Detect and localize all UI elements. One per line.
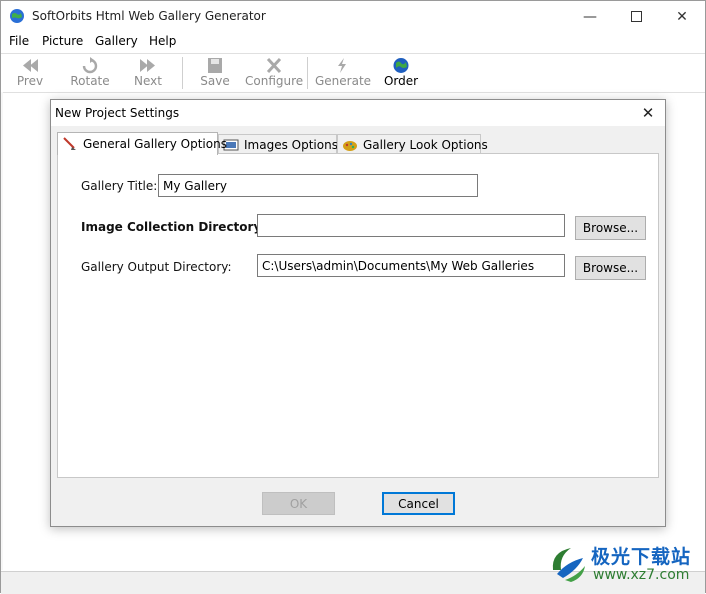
watermark-brand: 极光下载站 (591, 546, 692, 568)
close-icon: ✕ (641, 104, 655, 122)
title-bar[interactable]: SoftOrbits Html Web Gallery Generator — … (1, 1, 705, 32)
general-options-panel: Gallery Title: Image Collection Director… (57, 153, 659, 478)
toolbar-separator (182, 57, 183, 89)
gallery-output-dir-label: Gallery Output Directory: (81, 260, 232, 274)
close-button[interactable]: ✕ (659, 1, 705, 32)
gallery-output-dir-input[interactable] (257, 254, 565, 277)
order-label: Order (383, 74, 419, 88)
prev-button[interactable]: Prev (11, 55, 49, 91)
ok-button[interactable]: OK (262, 492, 335, 515)
gallery-title-label: Gallery Title: (81, 179, 158, 193)
generate-label: Generate (315, 74, 372, 88)
next-arrow-icon (140, 59, 155, 72)
lightning-icon (338, 58, 346, 73)
minimize-icon: — (583, 8, 597, 25)
watermark-logo-icon (552, 548, 585, 582)
save-button[interactable]: Save (197, 55, 233, 91)
dialog-title-bar[interactable]: New Project Settings ✕ (51, 100, 665, 126)
tab-strip: General Gallery Options Images Options G… (57, 132, 659, 155)
rotate-icon (82, 57, 98, 74)
dialog-title: New Project Settings (55, 106, 180, 120)
next-button[interactable]: Next (131, 55, 165, 91)
prev-arrow-icon (23, 59, 38, 72)
tab-images-options[interactable]: Images Options (218, 134, 338, 154)
workspace (1, 92, 3, 570)
close-icon: ✕ (676, 8, 688, 25)
configure-button[interactable]: Configure (245, 55, 303, 91)
toolbar: Prev Rotate Next Save Configure Generate… (1, 53, 705, 93)
paintbrush-icon (63, 137, 76, 150)
configure-label: Configure (245, 74, 304, 88)
tab-general-gallery-options[interactable]: General Gallery Options (57, 132, 227, 155)
next-label: Next (134, 74, 162, 88)
menu-gallery[interactable]: Gallery (95, 34, 138, 48)
watermark: 极光下载站 www.xz7.com (545, 540, 705, 590)
browse-image-dir-button[interactable]: Browse... (575, 216, 646, 240)
rotate-button[interactable]: Rotate (67, 55, 113, 91)
prev-label: Prev (16, 74, 44, 88)
app-globe-icon (10, 9, 24, 23)
order-button[interactable]: Order (382, 55, 420, 91)
toolbar-separator (307, 57, 308, 89)
tab-label: Images Options (244, 137, 338, 152)
dialog-close-button[interactable]: ✕ (637, 102, 659, 124)
palette-icon (343, 140, 357, 151)
tab-label: General Gallery Options (83, 137, 227, 151)
save-label: Save (200, 74, 230, 88)
save-disk-icon (208, 58, 222, 73)
menu-file[interactable]: File (9, 34, 29, 48)
tab-gallery-look-options[interactable]: Gallery Look Options (337, 134, 488, 154)
maximize-button[interactable] (613, 1, 659, 32)
image-collection-dir-label: Image Collection Directory: (81, 220, 267, 234)
menu-help[interactable]: Help (149, 34, 176, 48)
cancel-button[interactable]: Cancel (382, 492, 455, 515)
new-project-dialog: New Project Settings ✕ General Gallery O… (50, 99, 666, 527)
globe-icon (393, 58, 409, 73)
browse-output-dir-button[interactable]: Browse... (575, 256, 646, 280)
maximize-icon (630, 11, 642, 22)
watermark-url: www.xz7.com (593, 567, 690, 583)
window-title: SoftOrbits Html Web Gallery Generator (32, 9, 266, 23)
menu-bar: File Picture Gallery Help (1, 32, 705, 52)
menu-picture[interactable]: Picture (42, 34, 83, 48)
generate-button[interactable]: Generate (315, 55, 372, 91)
tab-label: Gallery Look Options (363, 137, 488, 152)
rotate-label: Rotate (70, 74, 110, 88)
minimize-button[interactable]: — (567, 1, 613, 32)
image-collection-dir-input[interactable] (257, 214, 565, 237)
gallery-title-input[interactable] (158, 174, 478, 197)
tools-icon (266, 57, 282, 74)
